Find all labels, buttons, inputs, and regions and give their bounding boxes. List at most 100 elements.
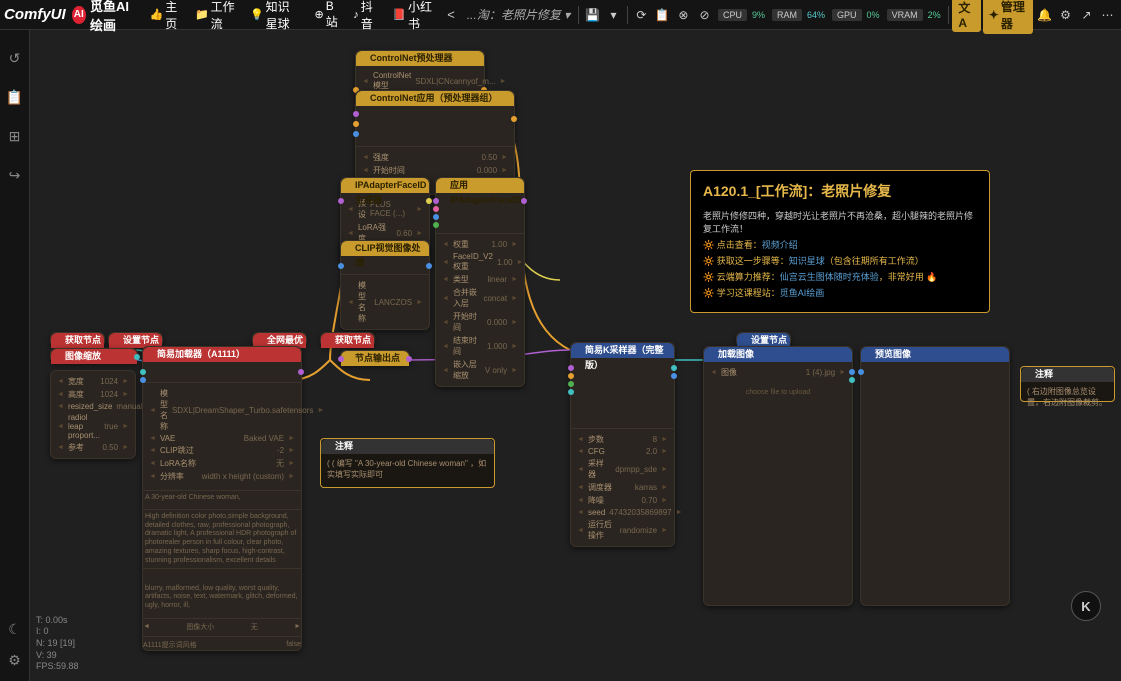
field-value[interactable]: linear [487, 275, 507, 284]
save-button[interactable]: 💾 [583, 4, 602, 26]
node-clip-vision[interactable]: CLIP视觉图像处理 ◄模型名称LANCZOS► [340, 240, 430, 330]
node-ipadapter-apply[interactable]: 应用IPAdapterFaceID ◄权重1.00► ◄FaceID_V2权重1… [435, 177, 525, 387]
nav-bilibili[interactable]: ⊕B站 [308, 0, 345, 30]
history-icon[interactable]: ↺ [9, 50, 21, 67]
node-title[interactable]: 预览图像 [861, 347, 1009, 362]
info-link[interactable]: 知识星球 [789, 256, 825, 266]
node-loader-fields[interactable]: ◄宽度1024► ◄高度1024► ◄resized_sizemanual► ◄… [50, 370, 136, 459]
output-icon[interactable]: ↪ [9, 167, 21, 184]
node-title[interactable]: 简易加载器（A1111） [143, 347, 301, 362]
positive-prompt[interactable]: High definition color photo,simple backg… [143, 509, 301, 565]
field-value[interactable]: -2 [277, 446, 284, 455]
queue-icon[interactable]: 📋 [6, 89, 23, 106]
nav-douyin[interactable]: ♪抖音 [347, 0, 384, 32]
node-title[interactable]: ControlNet预处理器 [356, 51, 484, 66]
float-k-button[interactable]: K [1071, 591, 1101, 621]
field-value[interactable]: 0.000 [477, 166, 497, 175]
nodes-icon[interactable]: ⊞ [9, 128, 21, 145]
field-value[interactable]: 1024 [100, 390, 118, 399]
theme-icon[interactable]: ☾ [8, 621, 21, 638]
export-button[interactable]: ↗ [1077, 4, 1096, 26]
info-link[interactable]: 视频介绍 [762, 240, 798, 250]
field-value[interactable]: 2.0 [646, 447, 657, 456]
node-note[interactable]: 注释 ( ( 编写 "A 30-year-old Chinese woman" … [320, 438, 495, 488]
node-title[interactable]: CLIP视觉图像处理 [341, 241, 429, 256]
workflow-breadcrumb[interactable]: ...淘：老照片修复 ▾ [463, 6, 574, 23]
info-link[interactable]: 仙宫云生图体随时充体验 [780, 272, 879, 282]
field-value[interactable]: V only [485, 366, 507, 375]
save-dropdown[interactable]: ▾ [604, 4, 623, 26]
clipboard-button[interactable]: 📋 [653, 4, 672, 26]
field-value[interactable]: 0.60 [396, 229, 412, 238]
graph-canvas[interactable]: ControlNet预处理器 ◄ControlNet模型SDXL|CNcanny… [30, 30, 1121, 681]
node-ksampler[interactable]: 简易K采样器（完整版） ◄步数8► ◄CFG2.0► ◄采样器dpmpp_sde… [570, 342, 675, 547]
node-note-right[interactable]: 注释 ( 右边附图像总览设置，右边附图像裁剪。 [1020, 366, 1115, 402]
language-button[interactable]: 文A [952, 0, 980, 32]
field-value[interactable]: 47432035869897 [609, 508, 671, 517]
upload-button[interactable]: choose file to upload [710, 379, 846, 406]
info-link[interactable]: 觅鱼AI绘画 [780, 288, 825, 298]
prompt-line[interactable]: A 30-year-old Chinese woman, [143, 490, 301, 506]
group-set-node-2[interactable]: 设置节点 [736, 332, 791, 347]
field-value[interactable]: true [104, 422, 118, 431]
group-get-node[interactable]: 获取节点 [50, 332, 105, 347]
group-title[interactable]: 图像缩放 [51, 349, 137, 364]
field-value[interactable]: randomize [620, 526, 657, 535]
node-title[interactable]: IPAdapterFaceID生成器 [341, 178, 429, 193]
field-value[interactable]: 0.000 [487, 318, 507, 327]
share-icon[interactable]: < [441, 7, 461, 22]
negative-prompt[interactable]: blurry, malformed, low quality, worst qu… [143, 568, 301, 614]
field-value[interactable]: concat [483, 294, 507, 303]
nav-xiaohongshu[interactable]: 📕小红书 [386, 0, 439, 32]
field-value[interactable]: 1 (4).jpg [806, 368, 835, 377]
clear-button[interactable]: ⊗ [674, 4, 693, 26]
field-label: 权重 [453, 239, 488, 250]
group-all-refresh[interactable]: 全网最优 [252, 332, 307, 347]
field-value[interactable]: 1.00 [491, 240, 507, 249]
note-title[interactable]: 注释 [321, 439, 494, 454]
field-value[interactable]: width x height (custom) [202, 472, 284, 481]
field-value[interactable]: false [286, 641, 301, 648]
nav-planet[interactable]: 💡知识星球 [244, 0, 307, 32]
node-title[interactable]: 简易K采样器（完整版） [571, 343, 674, 358]
group-set-node[interactable]: 设置节点 [108, 332, 163, 347]
note-title[interactable]: 注释 [1021, 367, 1114, 382]
gear-icon[interactable]: ⚙ [8, 652, 21, 669]
node-title[interactable]: 加载图像 [704, 347, 852, 362]
field-value[interactable]: 无 [276, 458, 284, 469]
field-value[interactable]: 0.50 [102, 443, 118, 452]
node-easy-loader[interactable]: 简易加载器（A1111） ◄模型名称SDXL|DreamShaper_Turbo… [142, 346, 302, 651]
notify-button[interactable]: 🔔 [1035, 4, 1054, 26]
node-load-image[interactable]: 加载图像 ◄图像1 (4).jpg► choose file to upload [703, 346, 853, 606]
node-title[interactable]: 节点输出点 [341, 351, 409, 366]
field-value[interactable]: 1.000 [487, 342, 507, 351]
more-button[interactable]: ⋯ [1098, 4, 1117, 26]
nav-workflow[interactable]: 📁工作流 [189, 0, 242, 32]
field-value[interactable]: 8 [653, 435, 657, 444]
block-button[interactable]: ⊘ [695, 4, 714, 26]
node-preview-image[interactable]: 预览图像 [860, 346, 1010, 606]
refresh-button[interactable]: ⟳ [632, 4, 651, 26]
field-value[interactable]: SDXL|DreamShaper_Turbo.safetensors [172, 406, 313, 415]
field-value[interactable]: 1024 [100, 377, 118, 386]
nav-home[interactable]: 👍主页 [143, 0, 186, 32]
field-value[interactable]: Baked VAE [244, 434, 284, 443]
settings-button[interactable]: ⚙ [1056, 4, 1075, 26]
group-get-node-2[interactable]: 获取节点 [320, 332, 375, 347]
field-value[interactable]: 0.50 [481, 153, 497, 162]
field-value[interactable]: SDXL|CNcannyof_m... [415, 77, 495, 86]
node-title[interactable]: 应用IPAdapterFaceID [436, 178, 524, 193]
field-value[interactable]: 1.00 [497, 258, 513, 267]
group-title[interactable]: 获取节点 [51, 333, 104, 348]
manager-button[interactable]: ✦管理器 [983, 0, 1033, 34]
group-image-scale[interactable]: 图像缩放 [50, 348, 138, 363]
field-value[interactable]: 0.70 [641, 496, 657, 505]
field-value[interactable]: manual [116, 402, 142, 411]
field-value[interactable]: dpmpp_sde [615, 465, 657, 474]
group-title[interactable]: 获取节点 [321, 333, 374, 348]
field-value[interactable]: karras [635, 483, 657, 492]
field-value[interactable]: 无 [251, 622, 258, 632]
node-output[interactable]: 节点输出点 [340, 350, 410, 365]
node-title[interactable]: ControlNet应用（预处理器组） [356, 91, 514, 106]
field-value[interactable]: LANCZOS [374, 298, 412, 307]
